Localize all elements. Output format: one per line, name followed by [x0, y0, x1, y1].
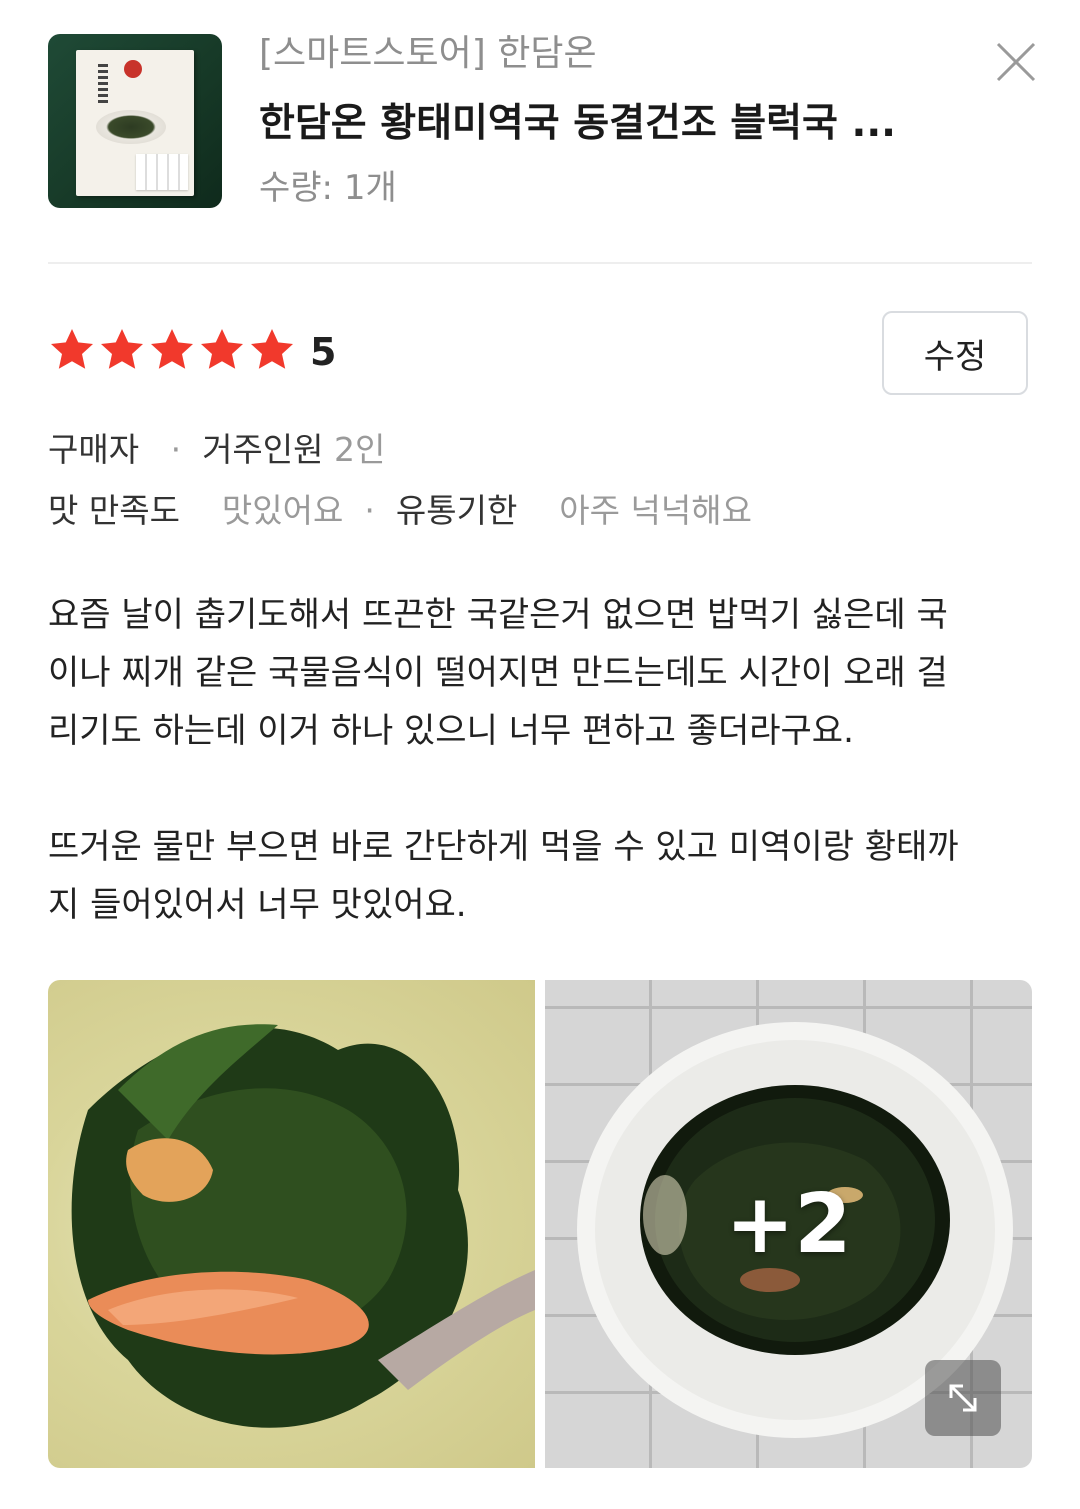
- product-summary: [스마트스토어] 한담온 한담온 황태미역국 동결건조 블럭국 ... 수량: …: [48, 33, 1036, 210]
- brand-seal-icon: [124, 60, 142, 78]
- reviewer-info: 구매자 · 거주인원 2인: [48, 430, 385, 470]
- star-icon: [101, 329, 143, 369]
- household-label: 거주인원: [202, 430, 324, 469]
- separator-dot: ·: [353, 491, 386, 530]
- divider: [48, 262, 1032, 264]
- expiry-label: 유통기한: [395, 491, 518, 530]
- product-title: 한담온 황태미역국 동결건조 블럭국 ...: [259, 101, 896, 146]
- star-icon: [251, 329, 293, 369]
- household-value: 2인: [334, 430, 386, 469]
- star-icon: [201, 329, 243, 369]
- review-photo-2[interactable]: +2: [545, 980, 1032, 1468]
- seaweed-soup-spoon-image: [71, 1024, 535, 1428]
- stars-row: [48, 326, 296, 374]
- taste-value: 맛있어요: [221, 491, 344, 530]
- product-quantity: 수량: 1개: [259, 168, 397, 208]
- soup-bowl-graphic: [96, 110, 166, 144]
- review-attributes: 맛 만족도 맛있어요 · 유통기한 아주 넉넉해요: [48, 491, 752, 531]
- buyer-label: 구매자: [48, 430, 140, 469]
- expand-arrow-icon[interactable]: [925, 1360, 1001, 1436]
- product-thumbnail[interactable]: [48, 34, 222, 208]
- review-photo-1[interactable]: [48, 980, 535, 1468]
- rating-score: 5: [310, 330, 337, 374]
- review-body: 요즘 날이 춥기도해서 뜨끈한 국같은거 없으면 밥먹기 싫은데 국 이나 찌개…: [48, 595, 959, 925]
- star-icon: [51, 329, 93, 369]
- star-icon: [151, 329, 193, 369]
- edit-button[interactable]: 수정: [882, 311, 1028, 395]
- package-label-graphic: [98, 64, 108, 104]
- separator-dot: ·: [149, 430, 192, 469]
- taste-label: 맛 만족도: [48, 491, 180, 530]
- packets-graphic: [136, 154, 188, 190]
- close-icon[interactable]: [994, 40, 1038, 84]
- expiry-value: 아주 넉넉해요: [559, 491, 752, 530]
- product-package-image: [76, 50, 194, 196]
- store-name: [스마트스토어] 한담온: [259, 33, 597, 74]
